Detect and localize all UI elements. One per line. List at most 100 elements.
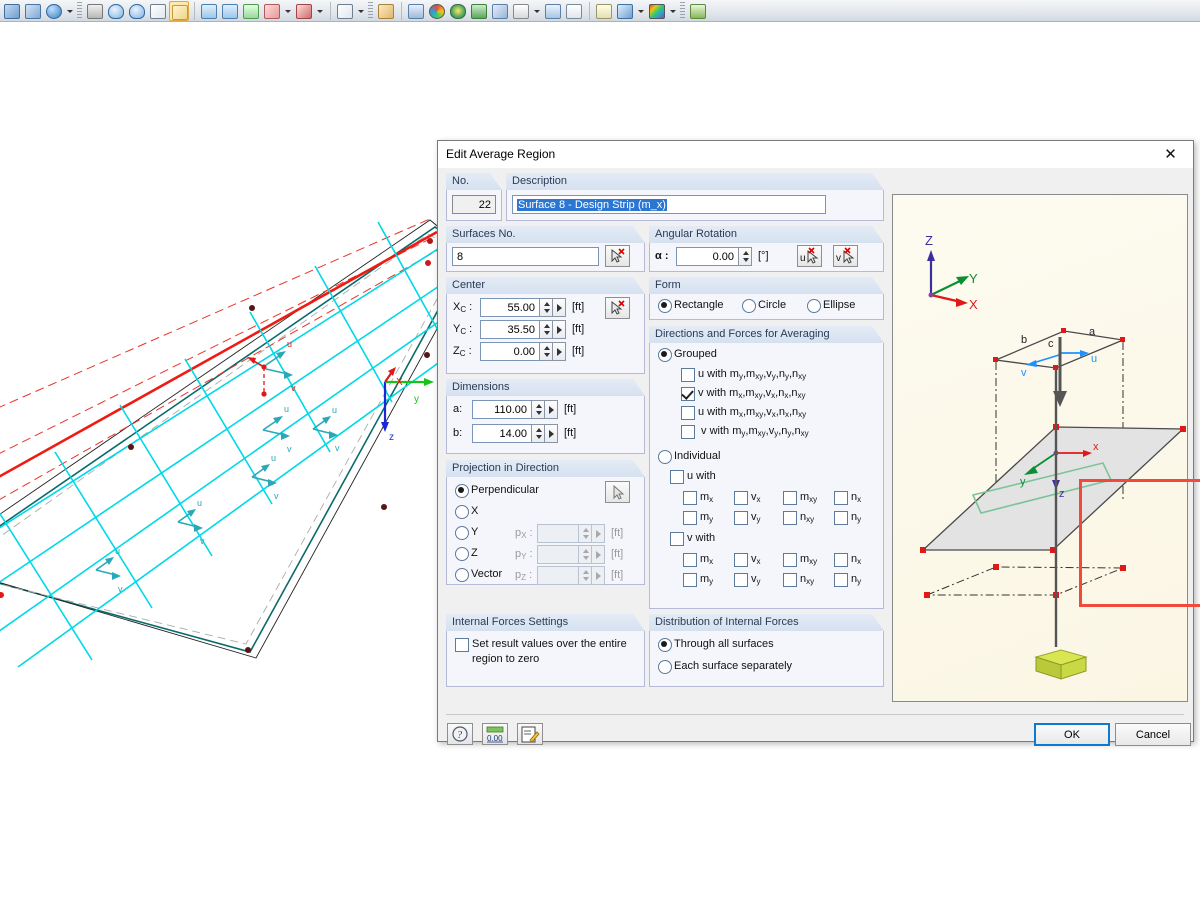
projection-option-x[interactable]: X: [455, 504, 478, 519]
individual-u-mxy[interactable]: mxy: [783, 490, 817, 507]
distribution-option-all-surfaces[interactable]: Through all surfaces: [658, 637, 774, 652]
spinner-more-icon[interactable]: [553, 320, 566, 339]
spinner-updown-icon[interactable]: [531, 400, 545, 419]
spinner-updown-icon[interactable]: [738, 247, 752, 266]
render-solid-icon[interactable]: [169, 1, 189, 21]
projection-px-spinner[interactable]: [537, 524, 605, 543]
form-option-rectangle[interactable]: Rectangle: [658, 298, 724, 313]
center-xc-value[interactable]: 55.00: [480, 298, 539, 317]
spinner-updown-icon[interactable]: [578, 545, 592, 564]
individual-u-nxy[interactable]: nxy: [783, 510, 814, 527]
help-icon[interactable]: ?: [447, 723, 473, 745]
dimension-a-value[interactable]: 110.00: [472, 400, 531, 419]
support-icon[interactable]: [469, 1, 489, 21]
center-yc-spinner[interactable]: 35.50: [480, 320, 566, 339]
spinner-updown-icon[interactable]: [539, 320, 553, 339]
individual-u-my[interactable]: my: [683, 510, 713, 527]
rotate-icon[interactable]: [294, 1, 314, 21]
paint-icon[interactable]: [615, 1, 635, 21]
spinner-more-icon[interactable]: [592, 545, 605, 564]
surface-result-icon[interactable]: [448, 1, 468, 21]
grouped-option-4[interactable]: v with my,mxy,vy,ny,nxy: [681, 424, 809, 441]
diagram-icon[interactable]: [490, 1, 510, 21]
spinner-updown-icon[interactable]: [539, 342, 553, 361]
application-toolbar[interactable]: [0, 0, 1200, 22]
center-zc-value[interactable]: 0.00: [480, 342, 539, 361]
projection-pz-spinner[interactable]: [537, 566, 605, 585]
dropdown-icon[interactable]: [65, 1, 74, 21]
grouped-option-2[interactable]: v with mx,mxy,vx,nx,nxy: [681, 386, 806, 403]
averaging-mode-grouped[interactable]: Grouped: [658, 347, 717, 362]
dimension-a-spinner[interactable]: 110.00: [472, 400, 558, 419]
projection-option-y[interactable]: Y: [455, 525, 478, 540]
projection-pz-value[interactable]: [537, 566, 578, 585]
projection-py-value[interactable]: [537, 545, 578, 564]
individual-v-mx[interactable]: mx: [683, 552, 713, 569]
snap-icon[interactable]: [376, 1, 396, 21]
spinner-updown-icon[interactable]: [578, 566, 592, 585]
grip-icon[interactable]: [680, 2, 685, 20]
dropdown-icon[interactable]: [315, 1, 324, 21]
angular-rotation-spinner[interactable]: 0.00: [676, 247, 752, 266]
dropdown-icon[interactable]: [356, 1, 365, 21]
color-scale-icon[interactable]: [647, 1, 667, 21]
spinner-more-icon[interactable]: [553, 342, 566, 361]
spinner-updown-icon[interactable]: [578, 524, 592, 543]
grip-icon[interactable]: [77, 2, 82, 20]
cancel-button[interactable]: Cancel: [1115, 723, 1191, 746]
spinner-more-icon[interactable]: [592, 566, 605, 585]
individual-u-mx[interactable]: mx: [683, 490, 713, 507]
close-icon[interactable]: ✕: [1148, 141, 1193, 167]
pick-v-direction-icon[interactable]: v: [833, 245, 858, 267]
projection-option-z[interactable]: Z: [455, 546, 478, 561]
globe-icon[interactable]: [44, 1, 64, 21]
spinner-updown-icon[interactable]: [539, 298, 553, 317]
view-z-icon[interactable]: [241, 1, 261, 21]
dropdown-icon[interactable]: [532, 1, 541, 21]
form-option-circle[interactable]: Circle: [742, 298, 786, 313]
spinner-more-icon[interactable]: [553, 298, 566, 317]
individual-v-mxy[interactable]: mxy: [783, 552, 817, 569]
no-field[interactable]: 22: [452, 195, 496, 214]
pick-surface-icon[interactable]: [605, 245, 630, 267]
averaging-mode-individual[interactable]: Individual: [658, 449, 720, 464]
individual-v-nx[interactable]: nx: [834, 552, 861, 569]
projection-option-vector[interactable]: Vector: [455, 567, 502, 582]
render-icon[interactable]: [2, 1, 22, 21]
individual-v-checkbox[interactable]: v with: [670, 531, 715, 546]
center-zc-spinner[interactable]: 0.00: [480, 342, 566, 361]
zoom-in-icon[interactable]: [106, 1, 126, 21]
preview-3d-panel[interactable]: Z Y X a b c u v x y z: [892, 194, 1188, 702]
report-icon[interactable]: [594, 1, 614, 21]
grouped-option-1[interactable]: u with my,mxy,vy,ny,nxy: [681, 367, 806, 384]
dropdown-icon[interactable]: [283, 1, 292, 21]
dropdown-icon[interactable]: [668, 1, 677, 21]
center-yc-value[interactable]: 35.50: [480, 320, 539, 339]
dimension-b-value[interactable]: 14.00: [472, 424, 531, 443]
angular-rotation-value[interactable]: 0.00: [676, 247, 738, 266]
individual-u-nx[interactable]: nx: [834, 490, 861, 507]
pick-u-direction-icon[interactable]: u: [797, 245, 822, 267]
section-icon[interactable]: [406, 1, 426, 21]
pick-direction-icon[interactable]: [605, 481, 630, 503]
cube-icon[interactable]: [335, 1, 355, 21]
individual-v-ny[interactable]: ny: [834, 572, 861, 589]
zoom-out-icon[interactable]: [127, 1, 147, 21]
spinner-more-icon[interactable]: [545, 400, 558, 419]
description-input[interactable]: Surface 8 - Design Strip (m_x): [512, 195, 826, 214]
spinner-updown-icon[interactable]: [531, 424, 545, 443]
select-icon[interactable]: [85, 1, 105, 21]
contour-icon[interactable]: [427, 1, 447, 21]
line-result-icon[interactable]: [543, 1, 563, 21]
individual-u-vx[interactable]: vx: [734, 490, 761, 507]
form-option-ellipse[interactable]: Ellipse: [807, 298, 855, 313]
dialog-titlebar[interactable]: Edit Average Region ✕: [438, 141, 1193, 168]
individual-v-vy[interactable]: vy: [734, 572, 761, 589]
projection-py-spinner[interactable]: [537, 545, 605, 564]
ruler-icon[interactable]: [688, 1, 708, 21]
edit-average-region-dialog[interactable]: Edit Average Region ✕ No. 22 Description…: [437, 140, 1200, 746]
spinner-more-icon[interactable]: [545, 424, 558, 443]
ok-button[interactable]: OK: [1034, 723, 1110, 746]
individual-u-ny[interactable]: ny: [834, 510, 861, 527]
comment-edit-icon[interactable]: [517, 723, 543, 745]
